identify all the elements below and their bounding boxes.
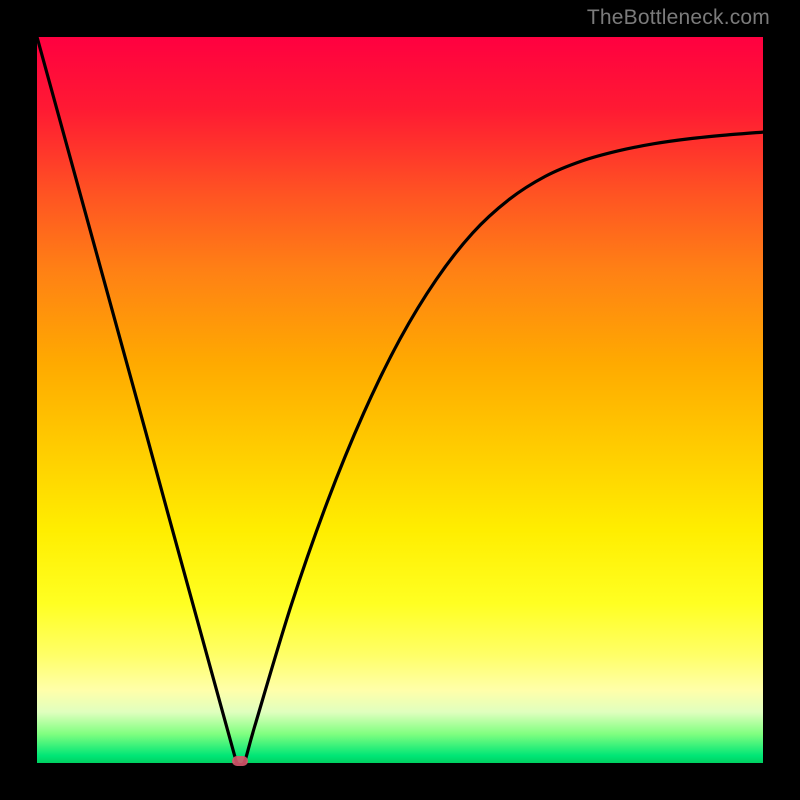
optimum-marker bbox=[232, 756, 248, 766]
chart-frame: TheBottleneck.com bbox=[0, 0, 800, 800]
bottleneck-curve bbox=[37, 37, 763, 763]
plot-area bbox=[37, 37, 763, 763]
curve-svg bbox=[37, 37, 763, 763]
watermark-text: TheBottleneck.com bbox=[587, 6, 770, 30]
